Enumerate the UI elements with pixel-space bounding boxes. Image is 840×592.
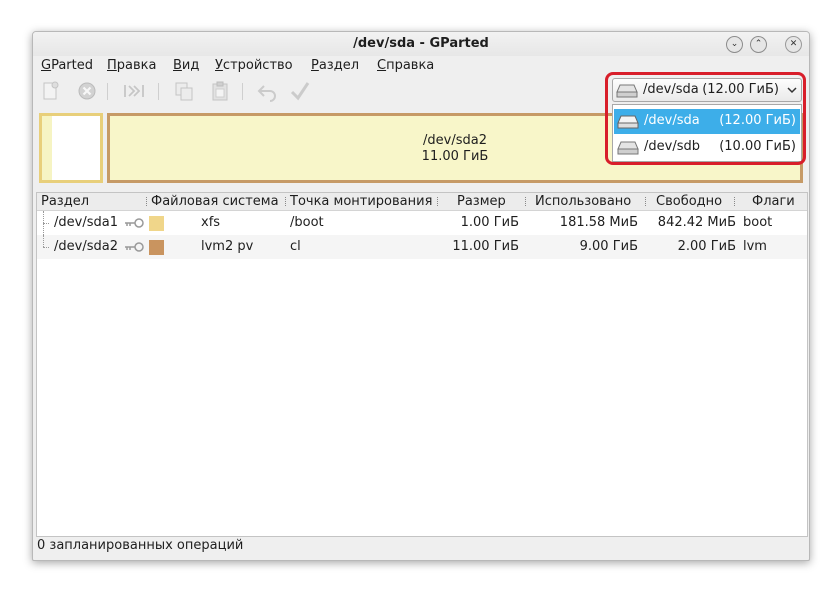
close-icon[interactable]: ✕ <box>785 36 802 53</box>
cell-mountpoint: /boot <box>290 215 324 230</box>
partition-used-fill <box>42 116 52 180</box>
menu-device-mnemonic: У <box>215 58 223 73</box>
header-free[interactable]: Свободно <box>656 194 722 209</box>
menu-edit[interactable]: Правка <box>107 58 156 73</box>
filesystem-color-swatch <box>149 216 164 231</box>
cell-flags: lvm <box>743 239 767 254</box>
header-separator <box>645 197 647 206</box>
partition-table: Раздел Файловая система Точка монтирован… <box>36 192 808 537</box>
key-icon <box>125 242 144 252</box>
cell-filesystem: lvm2 pv <box>201 239 254 254</box>
header-separator <box>437 197 439 206</box>
menu-edit-label: равка <box>116 58 157 73</box>
cell-used: 181.58 МиБ <box>559 215 638 230</box>
cell-partition: /dev/sda1 <box>54 215 118 230</box>
key-icon <box>125 218 144 228</box>
undo-icon[interactable] <box>256 80 278 102</box>
menu-view-label: ид <box>181 58 200 73</box>
header-separator <box>146 197 148 206</box>
header-size[interactable]: Размер <box>457 194 506 209</box>
table-row[interactable]: /dev/sda1 xfs /boot 1.00 ГиБ 181.58 МиБ … <box>37 211 807 235</box>
menu-partition-mnemonic: Р <box>311 58 319 73</box>
header-separator <box>734 197 736 206</box>
menu-help-mnemonic: С <box>377 58 387 73</box>
resize-move-icon[interactable] <box>123 80 145 102</box>
header-separator <box>525 197 527 206</box>
tree-line <box>43 223 49 224</box>
table-row[interactable]: /dev/sda2 lvm2 pv cl 11.00 ГиБ 9.00 ГиБ … <box>37 235 807 259</box>
menu-partition-label: аздел <box>318 58 360 73</box>
title-bar[interactable]: /dev/sda - GParted ⌄ ⌃ ✕ <box>33 32 809 56</box>
paste-icon[interactable] <box>209 80 231 102</box>
cell-free: 2.00 ГиБ <box>677 239 736 254</box>
header-flags[interactable]: Флаги <box>752 194 795 209</box>
cell-mountpoint: cl <box>290 239 301 254</box>
menu-help[interactable]: Справка <box>377 58 434 73</box>
apply-icon[interactable] <box>289 80 311 102</box>
menu-view[interactable]: Вид <box>173 58 199 73</box>
window-title: /dev/sda - GParted <box>353 36 489 51</box>
header-used[interactable]: Использовано <box>535 194 631 209</box>
partition-block-sda1[interactable] <box>39 113 103 183</box>
header-filesystem[interactable]: Файловая система <box>151 194 279 209</box>
delete-icon[interactable] <box>76 80 98 102</box>
menu-device-label: стройство <box>222 58 293 73</box>
menu-gparted[interactable]: GParted <box>41 58 93 73</box>
menu-device[interactable]: Устройство <box>215 58 293 73</box>
menu-view-mnemonic: В <box>173 58 182 73</box>
cell-partition: /dev/sda2 <box>54 239 118 254</box>
status-bar: 0 запланированных операций <box>37 538 244 553</box>
menu-help-label: правка <box>386 58 435 73</box>
copy-icon[interactable] <box>173 80 195 102</box>
header-mountpoint[interactable]: Точка монтирования <box>290 194 432 209</box>
menu-gparted-label: Parted <box>51 58 93 73</box>
cell-used: 9.00 ГиБ <box>579 239 638 254</box>
menu-partition[interactable]: Раздел <box>311 58 359 73</box>
maximize-icon[interactable]: ⌃ <box>750 36 767 53</box>
annotation-highlight-frame <box>605 72 806 165</box>
toolbar-separator <box>158 83 159 100</box>
new-icon[interactable] <box>39 80 61 102</box>
tree-line <box>43 235 52 247</box>
toolbar-separator <box>242 83 243 100</box>
cell-filesystem: xfs <box>201 215 221 230</box>
toolbar <box>33 78 593 106</box>
cell-size: 1.00 ГиБ <box>460 215 519 230</box>
filesystem-color-swatch <box>149 240 164 255</box>
cell-size: 11.00 ГиБ <box>452 239 519 254</box>
menu-edit-mnemonic: П <box>107 58 117 73</box>
header-partition[interactable]: Раздел <box>41 194 89 209</box>
toolbar-separator <box>107 83 108 100</box>
tree-line <box>43 247 49 248</box>
cell-free: 842.42 МиБ <box>657 215 736 230</box>
menu-gparted-mnemonic: G <box>41 58 52 73</box>
cell-flags: boot <box>743 215 773 230</box>
header-separator <box>285 197 287 206</box>
minimize-icon[interactable]: ⌄ <box>726 36 743 53</box>
table-header: Раздел Файловая система Точка монтирован… <box>37 193 807 211</box>
